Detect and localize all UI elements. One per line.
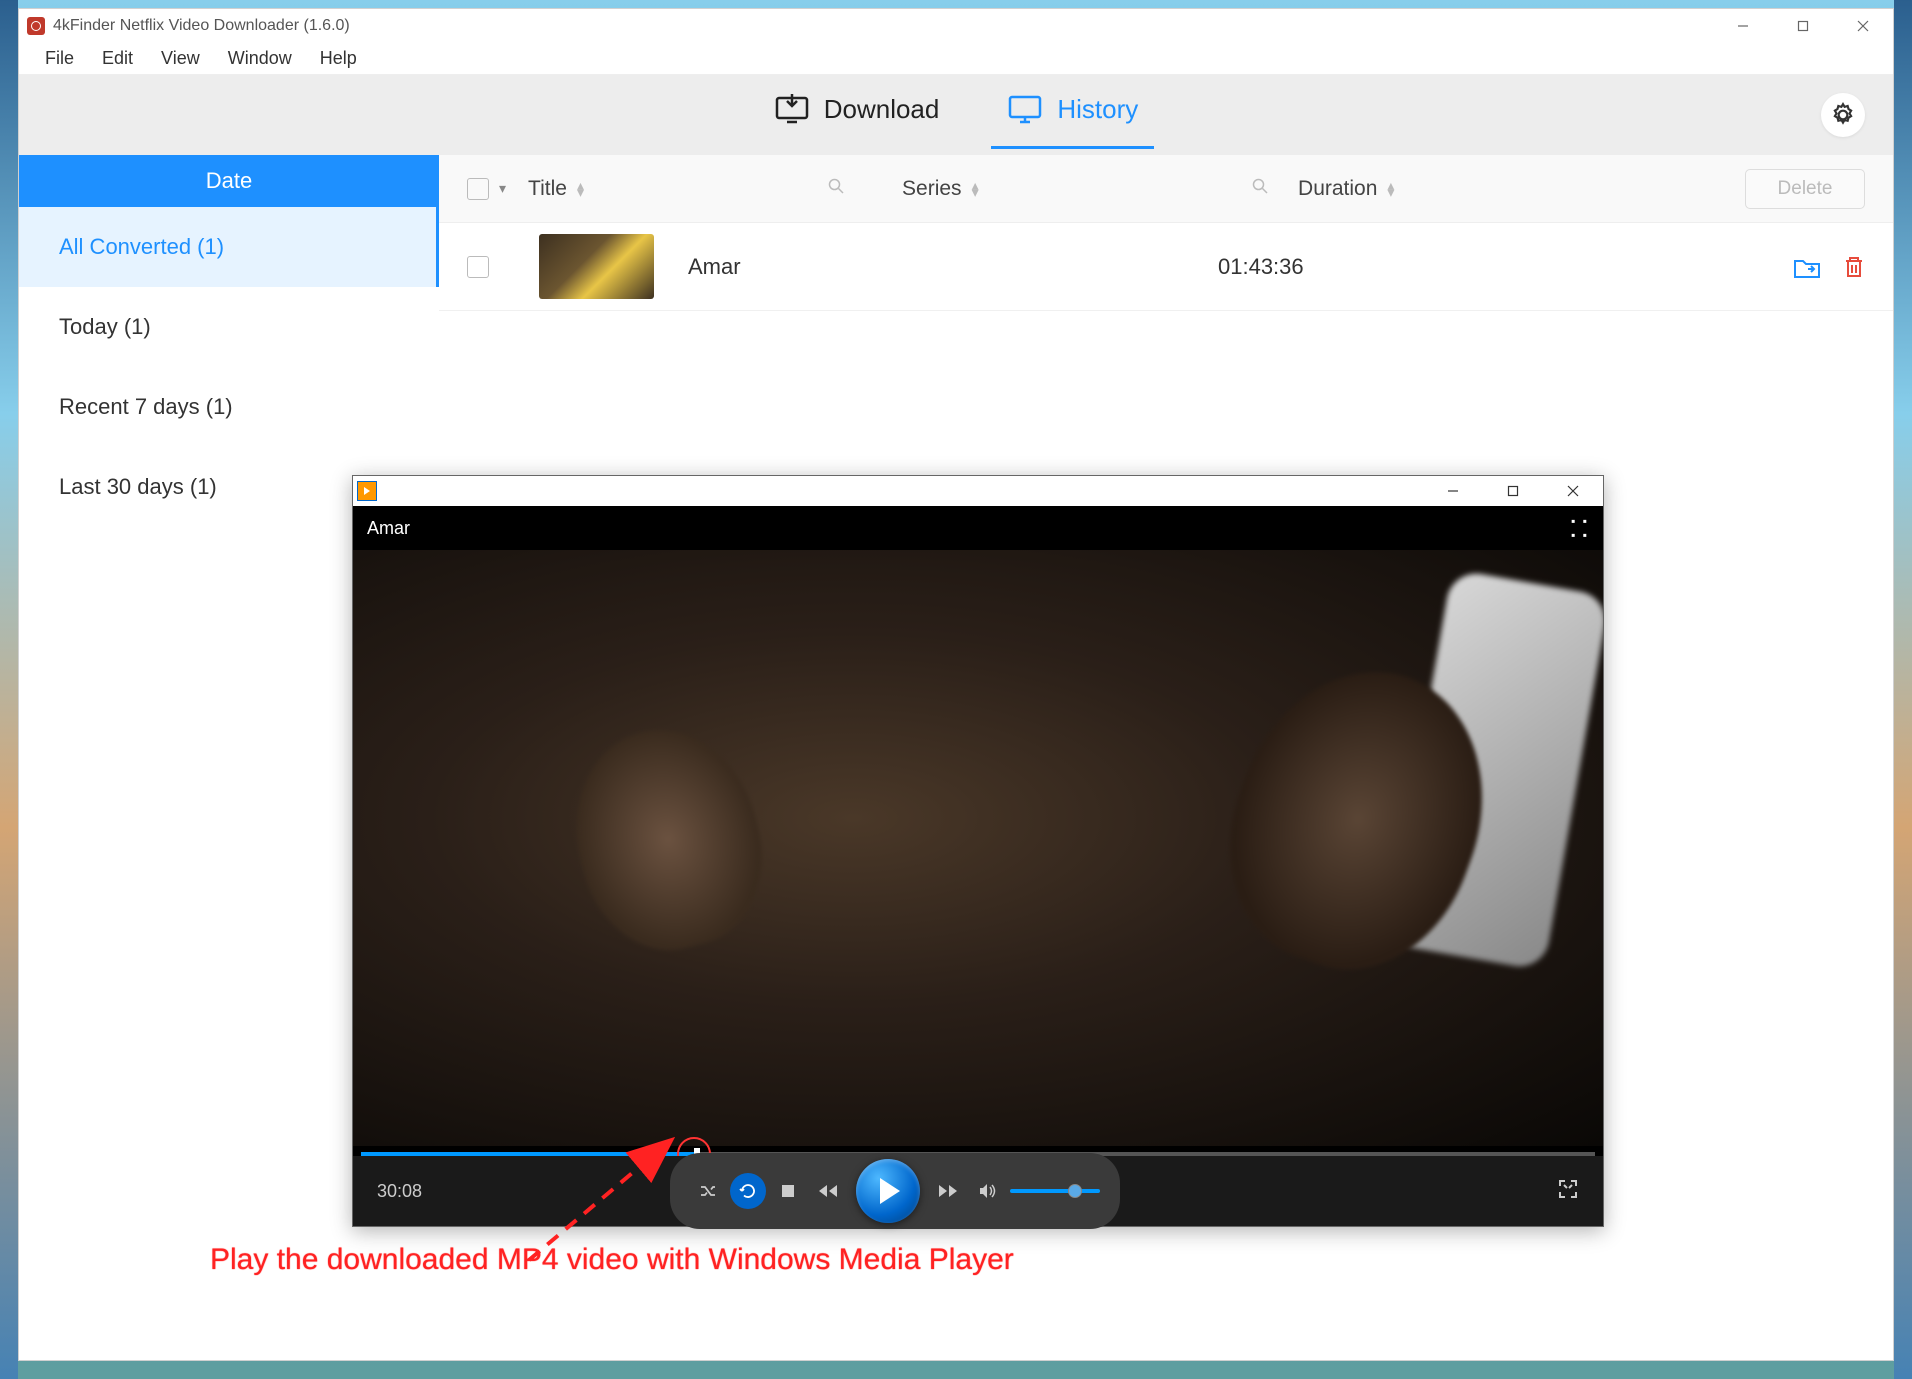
menubar: File Edit View Window Help: [19, 43, 1893, 75]
sort-icon: ▴▾: [577, 182, 584, 196]
tab-group: Download History: [770, 86, 1143, 145]
wmp-titlebar[interactable]: [353, 476, 1603, 506]
monitor-icon: [1007, 95, 1043, 123]
open-folder-icon[interactable]: [1793, 255, 1821, 279]
menu-help[interactable]: Help: [306, 44, 371, 73]
toolbar: Download History: [19, 75, 1893, 155]
sidebar-item-label: Recent 7 days (1): [59, 394, 233, 420]
column-title[interactable]: Title ▴▾: [528, 177, 818, 201]
column-series-label: Series: [902, 177, 962, 201]
column-duration-label: Duration: [1298, 177, 1377, 201]
delete-button[interactable]: Delete: [1745, 169, 1865, 209]
window-controls: [1713, 9, 1893, 43]
wmp-time: 30:08: [377, 1181, 422, 1202]
sort-icon: ▴▾: [972, 182, 979, 196]
annotation-text: Play the downloaded MP4 video with Windo…: [210, 1243, 1014, 1277]
titlebar[interactable]: 4kFinder Netflix Video Downloader (1.6.0…: [19, 9, 1893, 43]
wmp-view-toggle-icon[interactable]: ▪ ▪▪ ▪: [1571, 514, 1589, 542]
column-title-label: Title: [528, 177, 567, 201]
trash-icon[interactable]: [1843, 255, 1865, 279]
minimize-button[interactable]: [1713, 9, 1773, 43]
row-checkbox[interactable]: [467, 256, 489, 278]
menu-view[interactable]: View: [147, 44, 214, 73]
app-icon: [27, 17, 45, 35]
wmp-minimize-button[interactable]: [1423, 476, 1483, 506]
settings-button[interactable]: [1821, 93, 1865, 137]
menu-file[interactable]: File: [31, 44, 88, 73]
wmp-window-controls: [1423, 476, 1603, 506]
wmp-app-icon: [357, 481, 377, 501]
wmp-maximize-button[interactable]: [1483, 476, 1543, 506]
tab-history-label: History: [1057, 94, 1138, 125]
wmp-controls-bar: 30:08: [353, 1156, 1603, 1226]
sidebar-item-recent-7-days[interactable]: Recent 7 days (1): [19, 367, 439, 447]
sort-icon: ▴▾: [1387, 182, 1394, 196]
sidebar-item-today[interactable]: Today (1): [19, 287, 439, 367]
wmp-button-group: [670, 1153, 1120, 1229]
tab-download-label: Download: [824, 94, 940, 125]
wmp-shuffle-button[interactable]: [690, 1173, 726, 1209]
wmp-stop-button[interactable]: [770, 1173, 806, 1209]
sidebar-header: Date: [19, 155, 439, 207]
download-icon: [774, 95, 810, 123]
table-row[interactable]: Amar 01:43:36: [439, 223, 1893, 311]
video-fr-name[interactable]: [353, 550, 1603, 1146]
tab-history[interactable]: History: [1003, 86, 1142, 145]
video-thumbnail: [539, 234, 654, 299]
select-all-checkbox[interactable]: [467, 178, 489, 200]
column-series[interactable]: Series ▴▾: [902, 177, 1242, 201]
close-button[interactable]: [1833, 9, 1893, 43]
row-title: Amar: [688, 254, 1208, 280]
wmp-next-button[interactable]: [930, 1173, 966, 1209]
wmp-video-title-bar: Amar ▪ ▪▪ ▪: [353, 506, 1603, 550]
tab-download[interactable]: Download: [770, 86, 944, 145]
table-header: ▾ Title ▴▾ Series ▴▾ Duration: [439, 155, 1893, 223]
wmp-volume-slider[interactable]: [1010, 1189, 1100, 1193]
wmp-close-button[interactable]: [1543, 476, 1603, 506]
wmp-video-title: Amar: [367, 518, 410, 539]
sidebar-item-label: All Converted (1): [59, 234, 224, 260]
sidebar-item-label: Last 30 days (1): [59, 474, 217, 500]
gear-icon: [1830, 102, 1856, 128]
row-actions: [1793, 255, 1865, 279]
menu-edit[interactable]: Edit: [88, 44, 147, 73]
wmp-fullscreen-button[interactable]: [1557, 1178, 1579, 1205]
row-duration: 01:43:36: [1218, 254, 1498, 280]
search-series-icon[interactable]: [1252, 178, 1268, 199]
delete-label: Delete: [1778, 178, 1833, 200]
column-duration[interactable]: Duration ▴▾: [1298, 177, 1598, 201]
wmp-body: Amar ▪ ▪▪ ▪ 30:08: [353, 506, 1603, 1226]
wmp-repeat-button[interactable]: [730, 1173, 766, 1209]
wmp-prev-button[interactable]: [810, 1173, 846, 1209]
wmp-volume-thumb[interactable]: [1068, 1184, 1082, 1198]
app-title: 4kFinder Netflix Video Downloader (1.6.0…: [53, 17, 350, 35]
maximize-button[interactable]: [1773, 9, 1833, 43]
sidebar-item-all-converted[interactable]: All Converted (1): [19, 207, 439, 287]
wmp-play-button[interactable]: [856, 1159, 920, 1223]
chevron-down-icon[interactable]: ▾: [499, 180, 506, 197]
wmp-window[interactable]: Amar ▪ ▪▪ ▪ 30:08: [352, 475, 1604, 1227]
desktop-wallpaper-right: [1894, 0, 1912, 1379]
desktop-wallpaper-left: [0, 0, 18, 1379]
menu-window[interactable]: Window: [214, 44, 306, 73]
sidebar-item-label: Today (1): [59, 314, 151, 340]
wmp-volume-icon[interactable]: [970, 1173, 1006, 1209]
search-title-icon[interactable]: [828, 178, 844, 199]
